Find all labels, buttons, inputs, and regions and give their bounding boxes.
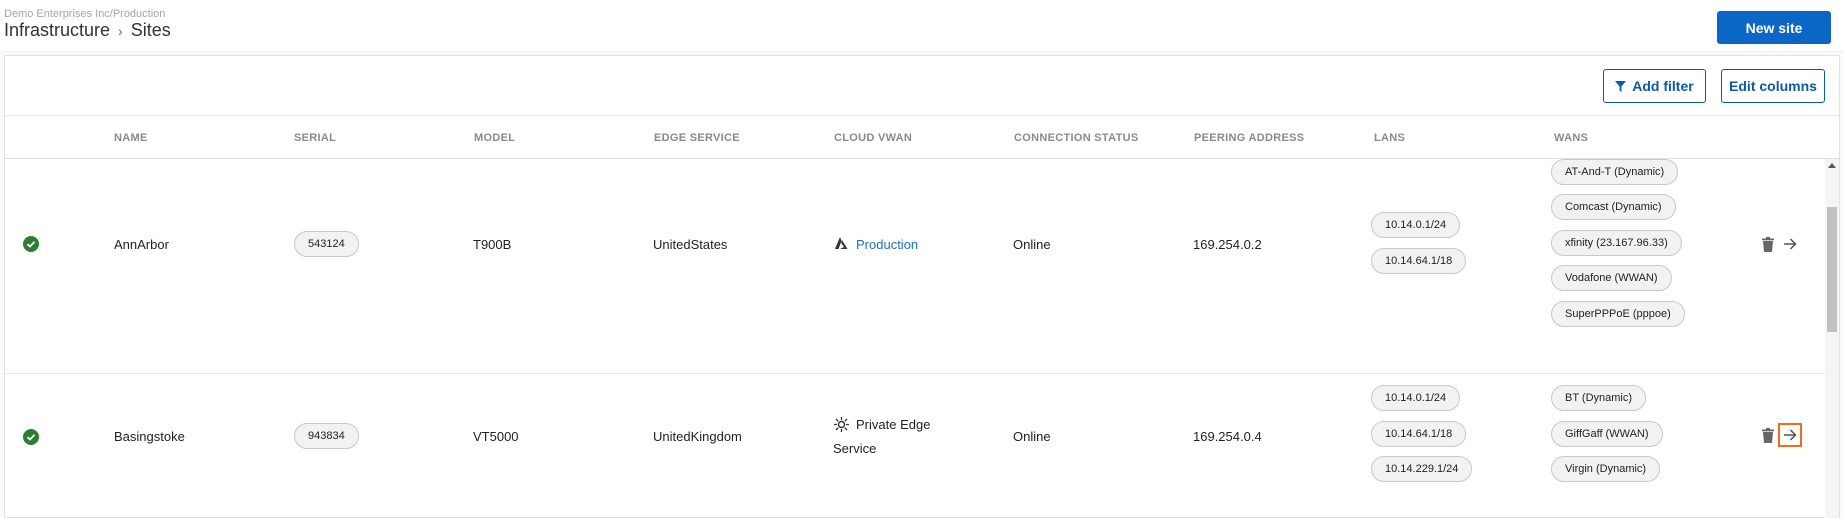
site-name: Basingstoke (114, 429, 185, 444)
edge-service: UnitedStates (653, 237, 728, 252)
open-site-arrow-icon[interactable] (1778, 232, 1802, 256)
status-online-icon (23, 236, 39, 252)
model: VT5000 (473, 429, 519, 444)
breadcrumb: Infrastructure › Sites (4, 20, 171, 41)
breadcrumb-infrastructure[interactable]: Infrastructure (4, 20, 110, 41)
open-site-arrow-icon[interactable] (1778, 423, 1802, 447)
add-filter-label: Add filter (1632, 78, 1694, 94)
column-header-wans[interactable]: WANS (1554, 132, 1588, 144)
model: T900B (473, 237, 512, 252)
scroll-up-arrow-icon[interactable] (1828, 163, 1836, 168)
column-header-edge-service[interactable]: EDGE SERVICE (654, 132, 740, 144)
wan-chip: SuperPPPoE (pppoe) (1551, 301, 1685, 327)
lan-chip: 10.14.229.1/24 (1371, 456, 1473, 482)
trash-icon[interactable] (1760, 426, 1776, 444)
new-site-button[interactable]: New site (1717, 11, 1831, 44)
wan-chip: BT (Dynamic) (1551, 385, 1647, 411)
wan-chip: Comcast (Dynamic) (1551, 194, 1676, 220)
column-header-model[interactable]: MODEL (474, 132, 515, 144)
cloud-vwan-link[interactable]: Production (856, 237, 918, 252)
cloud-vwan-private-edge: Private Edge (856, 417, 931, 432)
filter-icon (1615, 80, 1627, 92)
scrollbar-thumb[interactable] (1827, 207, 1837, 332)
page-header: Demo Enterprises Inc/Production Infrastr… (0, 0, 1844, 52)
azure-icon (833, 236, 849, 250)
lan-chip: 10.14.64.1/18 (1371, 421, 1467, 447)
table-scrollbar[interactable] (1825, 159, 1839, 518)
cloud-vwan-private-edge-line2: Service (833, 441, 877, 456)
table-row[interactable]: Basingstoke 943834 VT5000 UnitedKingdom … (5, 374, 1825, 518)
lan-chip: 10.14.0.1/24 (1371, 212, 1461, 238)
column-header-connection-status[interactable]: CONNECTION STATUS (1014, 132, 1138, 144)
wan-chip: xfinity (23.167.96.33) (1551, 230, 1682, 256)
column-header-peering-address[interactable]: PEERING ADDRESS (1194, 132, 1304, 144)
table-header: NAME SERIAL MODEL EDGE SERVICE CLOUD VWA… (5, 116, 1839, 159)
lan-chip: 10.14.64.1/18 (1371, 248, 1467, 274)
wan-chip: AT-And-T (Dynamic) (1551, 159, 1679, 185)
sites-table-card: Add filter Edit columns NAME SERIAL MODE… (4, 55, 1840, 518)
peering-address: 169.254.0.2 (1193, 237, 1262, 252)
column-header-lans[interactable]: LANS (1374, 132, 1405, 144)
column-header-cloud-vwan[interactable]: CLOUD VWAN (834, 132, 912, 144)
sites-page: Demo Enterprises Inc/Production Infrastr… (0, 0, 1844, 518)
breadcrumb-separator: › (118, 22, 123, 39)
table-row[interactable]: AnnArbor 543124 T900B UnitedStates Produ… (5, 159, 1825, 374)
private-edge-icon (833, 416, 849, 432)
connection-status: Online (1013, 429, 1051, 444)
add-filter-button[interactable]: Add filter (1603, 69, 1706, 103)
status-online-icon (23, 429, 39, 445)
page-title: Sites (130, 20, 171, 40)
column-header-name[interactable]: NAME (114, 132, 148, 144)
edit-columns-button[interactable]: Edit columns (1721, 69, 1825, 103)
trash-icon[interactable] (1760, 235, 1776, 253)
wan-chip: Vodafone (WWAN) (1551, 265, 1672, 291)
site-name: AnnArbor (114, 237, 169, 252)
lan-chip: 10.14.0.1/24 (1371, 385, 1461, 411)
wan-chip: GiffGaff (WWAN) (1551, 421, 1663, 447)
serial-chip: 943834 (294, 423, 359, 449)
table-toolbar: Add filter Edit columns (5, 56, 1839, 116)
org-path: Demo Enterprises Inc/Production (4, 8, 166, 20)
column-header-serial[interactable]: SERIAL (294, 132, 336, 144)
connection-status: Online (1013, 237, 1051, 252)
wan-chip: Virgin (Dynamic) (1551, 456, 1661, 482)
peering-address: 169.254.0.4 (1193, 429, 1262, 444)
serial-chip: 543124 (294, 231, 359, 257)
edge-service: UnitedKingdom (653, 429, 742, 444)
